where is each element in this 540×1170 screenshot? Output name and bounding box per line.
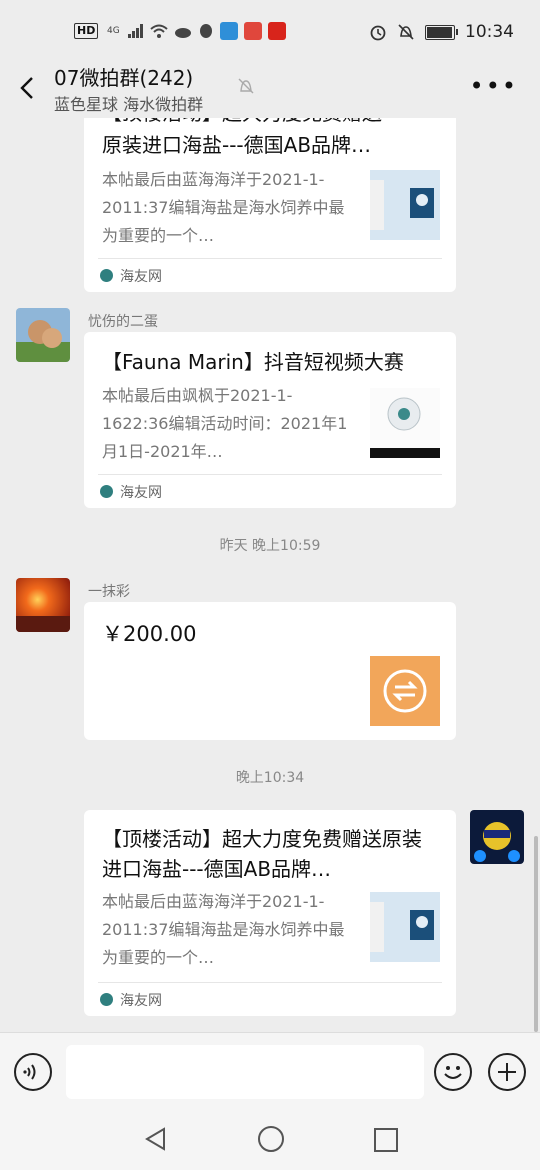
timestamp: 昨天 晚上10:59 <box>219 538 321 554</box>
status-left: HD 4G <box>74 22 287 40</box>
divider <box>98 982 442 983</box>
more-icon[interactable]: ••• <box>470 72 518 100</box>
hd-badge: HD <box>74 23 99 39</box>
link-card[interactable]: 【顶楼活动】超大力度免费赠送 原装进口海盐---德国AB品牌… 本帖最后由蓝海海… <box>84 96 456 292</box>
emoji-icon[interactable] <box>434 1053 472 1091</box>
link-card[interactable]: 【顶楼活动】超大力度免费赠送原装进口海盐---德国AB品牌… 本帖最后由蓝海海洋… <box>84 810 456 1016</box>
input-bar <box>0 1032 540 1111</box>
card-title: 【顶楼活动】超大力度免费赠送原装进口海盐---德国AB品牌… <box>102 827 422 881</box>
transfer-amount: ￥200.00 <box>102 622 197 646</box>
source-logo-icon <box>100 269 113 282</box>
transfer-icon <box>370 656 440 726</box>
chat-header: 07微拍群(242) 蓝色星球 海水微拍群 ••• <box>0 62 540 118</box>
transfer-card[interactable]: ￥200.00 <box>84 602 456 740</box>
nav-recent-icon[interactable] <box>374 1128 398 1152</box>
sender-nickname: 一抹彩 <box>88 584 130 600</box>
card-thumbnail <box>370 170 440 240</box>
card-desc: 本帖最后由飒枫于2021-1-1622:36编辑活动时间：2021年1月1日-2… <box>102 386 348 461</box>
card-title: 原装进口海盐---德国AB品牌… <box>102 133 372 157</box>
card-thumbnail <box>370 892 440 962</box>
app-icon-red <box>244 22 263 40</box>
nav-back-icon[interactable] <box>144 1126 168 1152</box>
timestamp: 晚上10:34 <box>235 770 305 786</box>
back-arrow-icon[interactable] <box>14 70 42 106</box>
system-nav-bar <box>0 1110 540 1170</box>
avatar[interactable] <box>16 578 70 632</box>
clock: 10:34 <box>465 22 514 42</box>
card-desc: 本帖最后由蓝海海洋于2021-1-2011:37编辑海盐是海水饲养中最为重要的一… <box>102 892 345 967</box>
link-card[interactable]: 【Fauna Marin】抖音短视频大赛 本帖最后由飒枫于2021-1-1622… <box>84 332 456 508</box>
source-logo-icon <box>100 485 113 498</box>
sender-nickname: 忧伤的二蛋 <box>88 314 158 330</box>
self-avatar[interactable] <box>470 810 524 864</box>
status-bar: HD 4G 10:34 <box>0 0 540 62</box>
avatar[interactable] <box>16 308 70 362</box>
status-right: 10:34 <box>369 22 514 42</box>
wifi-icon <box>150 24 169 38</box>
cloud-icon <box>175 28 192 38</box>
card-source: 海友网 <box>120 269 162 285</box>
card-desc: 本帖最后由蓝海海洋于2021-1-2011:37编辑海盐是海水饲养中最为重要的一… <box>102 170 345 245</box>
divider <box>98 258 442 259</box>
app-icon-blue <box>220 22 239 40</box>
chat-subtitle: 蓝色星球 海水微拍群 <box>54 95 204 114</box>
card-title: 【Fauna Marin】抖音短视频大赛 <box>102 350 404 374</box>
scrollbar[interactable] <box>534 836 538 1032</box>
alarm-icon <box>370 25 386 41</box>
card-source: 海友网 <box>120 485 162 501</box>
card-source: 海友网 <box>120 993 162 1009</box>
app-icon-stock <box>268 22 287 40</box>
plus-icon[interactable] <box>488 1053 526 1091</box>
divider <box>98 474 442 475</box>
battery-icon <box>425 24 458 40</box>
mute-bell-icon <box>238 78 254 94</box>
signal-icon <box>128 24 144 38</box>
source-logo-icon <box>100 993 113 1006</box>
chat-title: 07微拍群(242) <box>54 66 194 90</box>
message-input[interactable] <box>66 1045 424 1099</box>
network-type: 4G <box>106 26 120 36</box>
mute-notification-icon <box>398 24 414 40</box>
nav-home-icon[interactable] <box>258 1126 284 1152</box>
voice-icon[interactable] <box>14 1053 52 1091</box>
card-thumbnail <box>370 388 440 458</box>
qq-icon <box>200 24 213 38</box>
